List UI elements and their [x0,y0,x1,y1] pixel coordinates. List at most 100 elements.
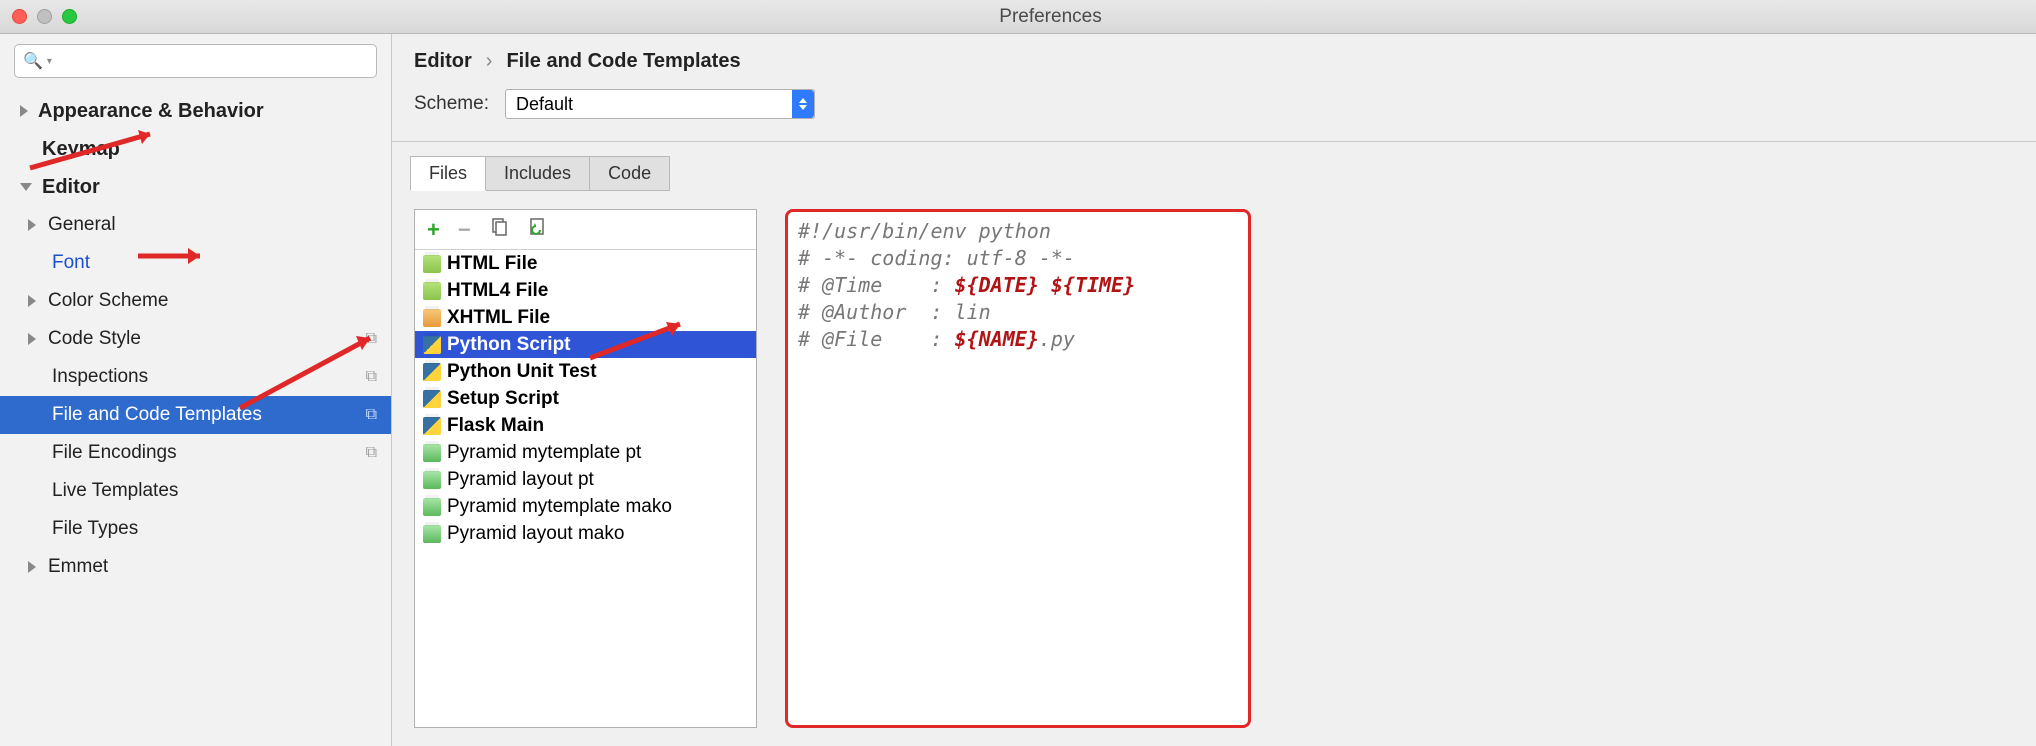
file-type-icon [423,282,441,300]
file-type-icon [423,309,441,327]
template-list-item[interactable]: HTML File [415,250,756,277]
code-text: .py [1039,327,1075,351]
template-variable: ${DATE} [955,273,1039,297]
chevron-right-icon [28,295,36,307]
scheme-select[interactable]: Default [505,89,815,119]
template-item-label: XHTML File [447,307,550,329]
scope-icon: ⧉ [366,368,377,386]
minimize-window-button[interactable] [37,9,52,24]
template-list-item[interactable]: XHTML File [415,304,756,331]
code-line: # @Author : lin [798,300,991,324]
sidebar-item-emmet[interactable]: Emmet [0,548,391,586]
file-type-icon [423,525,441,543]
breadcrumb-current: File and Code Templates [506,50,740,73]
sidebar-item-file-encodings[interactable]: File Encodings ⧉ [0,434,391,472]
scheme-row: Scheme: Default [392,79,2036,142]
sidebar-item-editor[interactable]: Editor [0,168,391,206]
search-box[interactable]: 🔍 ▾ [14,44,377,78]
template-file-list: HTML File HTML4 File XHTML File Python Scri… [415,250,756,727]
template-list-item[interactable]: Python Unit Test [415,358,756,385]
window-controls [12,9,77,24]
sidebar-item-keymap[interactable]: Keymap [0,130,391,168]
file-type-icon [423,336,441,354]
chevron-right-icon [20,105,28,117]
template-list-toolbar: + − [415,210,756,250]
scope-icon: ⧉ [366,444,377,462]
scope-icon: ⧉ [366,406,377,424]
sidebar-item-font[interactable]: Font [0,244,391,282]
sidebar-item-code-style[interactable]: Code Style ⧉ [0,320,391,358]
file-type-icon [423,363,441,381]
template-editor[interactable]: #!/usr/bin/env python # -*- coding: utf-… [785,209,1251,728]
template-item-label: Pyramid mytemplate pt [447,442,641,464]
tab-includes[interactable]: Includes [486,156,590,191]
template-variable: ${TIME} [1051,273,1135,297]
settings-sidebar: 🔍 ▾ Appearance & Behavior Keymap Editor … [0,34,392,746]
file-type-icon [423,417,441,435]
template-list-item[interactable]: HTML4 File [415,277,756,304]
sidebar-item-file-types[interactable]: File Types [0,510,391,548]
sidebar-item-color-scheme[interactable]: Color Scheme [0,282,391,320]
template-list-item[interactable]: Setup Script [415,385,756,412]
breadcrumb-editor[interactable]: Editor [414,50,472,73]
close-window-button[interactable] [12,9,27,24]
copy-template-button[interactable] [489,217,509,243]
settings-tree: Appearance & Behavior Keymap Editor Gene… [0,88,391,590]
breadcrumb-separator-icon: › [486,50,493,73]
breadcrumb: Editor › File and Code Templates [392,34,2036,79]
chevron-right-icon [28,561,36,573]
template-item-label: Pyramid layout pt [447,469,594,491]
template-variable: ${NAME} [955,327,1039,351]
font-link[interactable]: Font [52,252,90,274]
template-list-item[interactable]: Pyramid layout mako [415,520,756,547]
tab-files[interactable]: Files [410,156,486,191]
dropdown-caret-icon [792,90,814,118]
chevron-right-icon [28,333,36,345]
template-item-label: Pyramid mytemplate mako [447,496,672,518]
template-tabs: Files Includes Code [410,156,2018,191]
scope-icon: ⧉ [366,330,377,348]
maximize-window-button[interactable] [62,9,77,24]
template-list-item[interactable]: Pyramid layout pt [415,466,756,493]
search-dropdown-icon: ▾ [47,56,52,67]
sidebar-item-inspections[interactable]: Inspections ⧉ [0,358,391,396]
template-item-label: Setup Script [447,388,559,410]
search-icon: 🔍 [23,51,43,71]
titlebar: Preferences [0,0,2036,34]
code-line: #!/usr/bin/env python [798,219,1051,243]
chevron-down-icon [20,183,32,191]
chevron-right-icon [28,219,36,231]
template-item-label: Python Script [447,334,571,356]
code-line: # @File : [798,327,955,351]
search-input[interactable] [56,51,368,71]
template-item-label: Flask Main [447,415,544,437]
tab-code[interactable]: Code [590,156,670,191]
code-line: # -*- coding: utf-8 -*- [798,246,1075,270]
template-list-item[interactable]: Pyramid mytemplate mako [415,493,756,520]
template-list-item[interactable]: Flask Main [415,412,756,439]
file-type-icon [423,255,441,273]
template-item-label: HTML4 File [447,280,548,302]
template-list-item[interactable]: Pyramid mytemplate pt [415,439,756,466]
sidebar-item-general[interactable]: General [0,206,391,244]
scheme-label: Scheme: [414,93,489,115]
content-pane: Editor › File and Code Templates Scheme:… [392,34,2036,746]
code-line: # @Time : [798,273,955,297]
window-title: Preferences [77,6,2024,28]
template-item-label: Python Unit Test [447,361,597,383]
sidebar-item-file-code-templates[interactable]: File and Code Templates ⧉ [0,396,391,434]
revert-template-button[interactable] [527,217,547,243]
scheme-value: Default [516,94,573,115]
template-list-item[interactable]: Python Script [415,331,756,358]
sidebar-item-appearance[interactable]: Appearance & Behavior [0,92,391,130]
file-type-icon [423,444,441,462]
sidebar-item-live-templates[interactable]: Live Templates [0,472,391,510]
remove-template-button[interactable]: − [458,217,471,243]
file-type-icon [423,498,441,516]
template-item-label: Pyramid layout mako [447,523,624,545]
file-type-icon [423,471,441,489]
template-list-panel: + − HTML File HTML4 File XHTML File Python … [414,209,757,728]
add-template-button[interactable]: + [427,217,440,243]
file-type-icon [423,390,441,408]
template-item-label: HTML File [447,253,537,275]
